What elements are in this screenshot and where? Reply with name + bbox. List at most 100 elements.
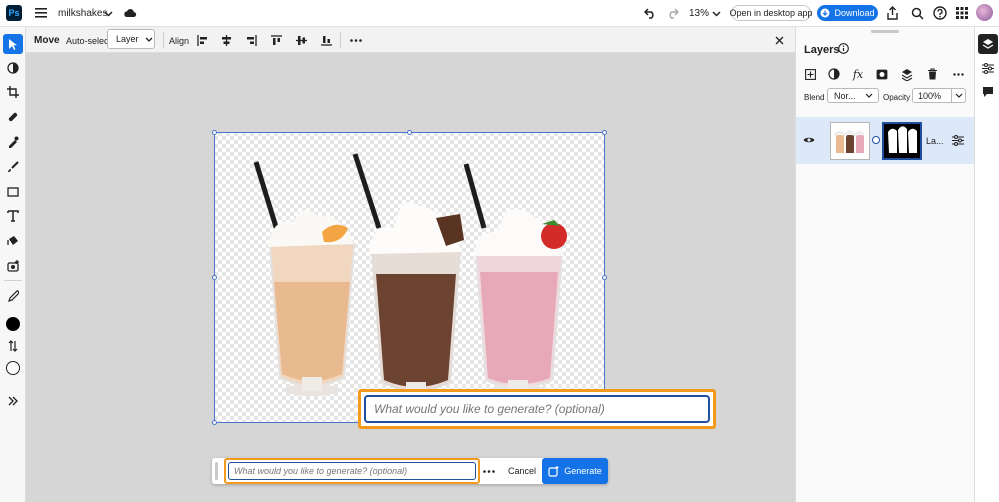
blend-mode-select[interactable]: Nor... xyxy=(827,88,879,103)
generate-label: Generate xyxy=(564,466,602,476)
right-rail xyxy=(974,27,999,502)
redo-icon[interactable] xyxy=(664,6,680,20)
expand-toolbar-icon[interactable] xyxy=(3,391,23,411)
crop-tool-icon[interactable] xyxy=(3,82,23,102)
opacity-input[interactable]: 100% xyxy=(912,88,952,103)
app-logo: Ps xyxy=(6,5,22,21)
apps-grid-icon[interactable] xyxy=(955,6,969,20)
auto-select-label: Auto-select xyxy=(66,36,112,46)
opacity-label: Opacity xyxy=(883,93,911,102)
cancel-button[interactable]: Cancel xyxy=(508,466,536,476)
visibility-eye-icon[interactable] xyxy=(802,134,816,146)
download-icon xyxy=(820,8,830,18)
foreground-color-swatch[interactable] xyxy=(3,314,23,334)
options-divider xyxy=(340,32,341,48)
brush-tool-icon[interactable] xyxy=(3,157,23,177)
layer-select[interactable]: Layer xyxy=(107,29,155,49)
layer-properties-icon[interactable] xyxy=(951,133,965,147)
align-horizontal-center-icon[interactable] xyxy=(219,33,233,47)
zoom-level[interactable]: 13% xyxy=(689,8,709,19)
transform-handle[interactable] xyxy=(407,130,412,135)
clone-stamp-icon[interactable] xyxy=(3,132,23,152)
adjustment-layer-icon[interactable] xyxy=(827,67,841,81)
options-bar: Move Auto-select Layer Align xyxy=(26,27,795,53)
eyedropper-icon[interactable] xyxy=(3,286,23,306)
align-bottom-icon[interactable] xyxy=(319,33,333,47)
mask-icon[interactable] xyxy=(875,67,889,81)
text-tool-icon[interactable] xyxy=(3,206,23,226)
generate-sparkle-icon xyxy=(548,465,559,477)
help-icon[interactable] xyxy=(932,5,948,21)
layers-more-icon[interactable] xyxy=(951,68,965,80)
quick-selection-tool-icon[interactable] xyxy=(3,58,23,78)
mask-link-icon[interactable] xyxy=(872,136,880,144)
chevron-down-icon xyxy=(145,37,152,42)
blend-mode-value: Nor... xyxy=(834,90,856,101)
zoom-chevron-down-icon[interactable] xyxy=(710,8,722,20)
transform-handle[interactable] xyxy=(602,130,607,135)
chevron-down-icon xyxy=(865,93,873,98)
chevron-down-icon[interactable] xyxy=(102,8,114,20)
background-color-swatch[interactable] xyxy=(3,358,23,378)
layer-stack-icon[interactable] xyxy=(900,66,914,82)
transform-handle[interactable] xyxy=(212,420,217,425)
options-divider xyxy=(163,32,164,48)
transform-handle[interactable] xyxy=(212,275,217,280)
download-button[interactable]: Download xyxy=(817,5,878,21)
paint-bucket-icon[interactable] xyxy=(3,231,23,251)
panel-grip[interactable] xyxy=(871,30,899,33)
avatar[interactable] xyxy=(976,4,993,21)
generate-button[interactable]: Generate xyxy=(542,458,608,484)
taskbar-prompt-input[interactable] xyxy=(228,462,476,480)
add-layer-icon[interactable] xyxy=(803,67,817,81)
adjustments-panel-icon[interactable] xyxy=(980,60,996,76)
close-options-icon[interactable] xyxy=(772,33,786,47)
layer-thumbnail[interactable] xyxy=(830,122,870,160)
top-bar: Ps milkshakes 13% Open in desktop app Do… xyxy=(0,0,999,27)
active-tool-label: Move xyxy=(34,35,60,46)
layers-panel-toggle-icon[interactable] xyxy=(978,34,998,54)
cloud-icon[interactable] xyxy=(122,6,138,20)
align-left-icon[interactable] xyxy=(195,33,209,47)
generate-prompt-input[interactable] xyxy=(364,395,710,423)
layer-name[interactable]: La... xyxy=(926,136,944,146)
move-tool-icon[interactable] xyxy=(3,34,23,54)
opacity-dropdown[interactable] xyxy=(951,88,966,103)
transform-handle[interactable] xyxy=(602,275,607,280)
tool-bar xyxy=(0,27,26,502)
toolbar-divider xyxy=(4,280,22,281)
undo-icon[interactable] xyxy=(642,6,658,20)
delete-layer-icon[interactable] xyxy=(925,67,939,81)
align-label: Align xyxy=(169,36,190,46)
chevron-down-icon xyxy=(955,93,962,98)
layers-panel: Layers fx Blend Nor... Opacity 100% La..… xyxy=(795,27,974,502)
share-icon[interactable] xyxy=(884,5,900,21)
taskbar-more-icon[interactable] xyxy=(482,464,496,478)
rectangle-shape-icon[interactable] xyxy=(3,182,23,202)
layers-title: Layers xyxy=(804,44,840,56)
more-options-icon[interactable] xyxy=(348,33,364,47)
drag-handle[interactable] xyxy=(215,462,218,480)
search-icon[interactable] xyxy=(909,5,925,21)
document-title[interactable]: milkshakes xyxy=(58,8,107,19)
align-right-icon[interactable] xyxy=(244,33,258,47)
download-label: Download xyxy=(834,8,875,18)
mask-shape xyxy=(888,126,917,153)
align-vertical-center-icon[interactable] xyxy=(294,33,308,47)
comments-icon[interactable] xyxy=(980,84,996,100)
hamburger-menu-icon[interactable] xyxy=(33,6,49,20)
taskbar-prompt-highlight xyxy=(224,458,480,484)
swap-colors-icon[interactable] xyxy=(3,336,23,356)
info-icon[interactable] xyxy=(837,42,850,55)
place-image-icon[interactable] xyxy=(3,256,23,276)
align-top-icon[interactable] xyxy=(269,33,283,47)
layer-select-value: Layer xyxy=(116,34,139,44)
selection-bounding-box[interactable] xyxy=(214,132,605,423)
canvas-area[interactable]: Cancel Generate xyxy=(26,53,795,502)
transform-handle[interactable] xyxy=(212,130,217,135)
open-in-desktop-button[interactable]: Open in desktop app xyxy=(729,5,813,21)
effects-fx-icon[interactable]: fx xyxy=(850,66,866,82)
layer-row[interactable]: La... xyxy=(796,117,974,164)
layer-mask-thumbnail[interactable] xyxy=(882,122,922,160)
healing-brush-icon[interactable] xyxy=(3,107,23,127)
